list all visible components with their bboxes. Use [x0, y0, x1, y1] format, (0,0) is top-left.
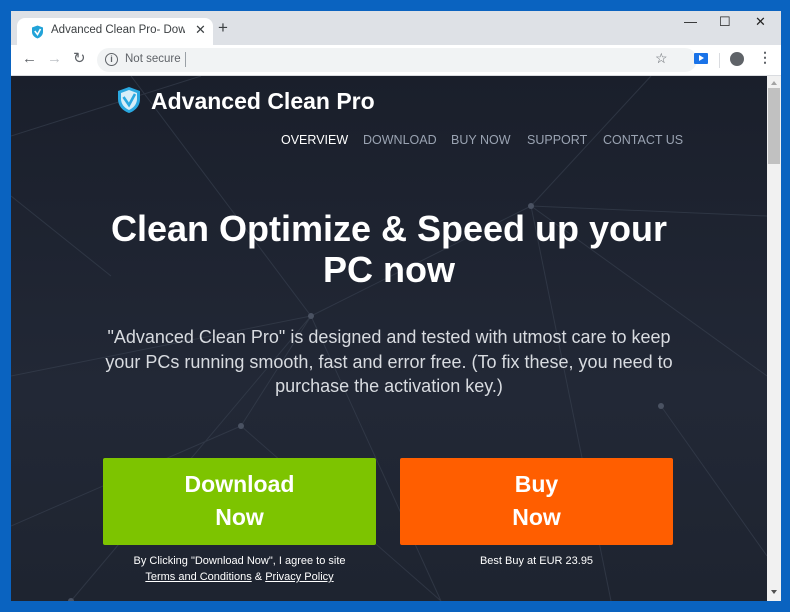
download-agreement-note: By Clicking "Download Now", I agree to s… — [103, 553, 376, 585]
hero-description: "Advanced Clean Pro" is designed and tes… — [105, 327, 673, 396]
maximize-button[interactable]: ☐ — [719, 14, 731, 30]
forward-button[interactable]: → — [47, 51, 62, 67]
brand-name: Advanced Clean Pro — [151, 88, 375, 114]
browser-toolbar: ← → ↻ i Not secure ☆ ⋮ — [11, 45, 781, 76]
scroll-thumb[interactable] — [768, 88, 780, 164]
download-button-line2: Now — [215, 504, 264, 530]
tab-strip: Advanced Clean Pro- Download ✕ + — ☐ ✕ — [11, 11, 781, 45]
agreement-text: By Clicking "Download Now", I agree to s… — [133, 555, 346, 567]
back-button[interactable]: ← — [22, 51, 37, 67]
reload-button[interactable]: ↻ — [73, 51, 86, 67]
shield-logo-icon — [118, 87, 140, 113]
text-cursor — [185, 52, 186, 67]
price-note: Best Buy at EUR 23.95 — [479, 555, 594, 567]
minimize-button[interactable]: — — [684, 14, 697, 29]
terms-link[interactable]: Terms and Conditions — [145, 571, 251, 583]
nav-contact-us[interactable]: CONTACT US — [603, 133, 683, 147]
browser-tab[interactable]: Advanced Clean Pro- Download ✕ — [17, 18, 213, 45]
scroll-down-arrow-icon[interactable] — [771, 590, 777, 594]
nav-download[interactable]: DOWNLOAD — [363, 133, 437, 147]
shield-favicon-icon — [32, 25, 43, 39]
nav-support[interactable]: SUPPORT — [527, 133, 587, 147]
toolbar-divider — [719, 53, 720, 68]
agreement-links: Terms and Conditions & Privacy Policy — [103, 569, 376, 585]
browser-window: Advanced Clean Pro- Download ✕ + — ☐ ✕ ←… — [11, 11, 781, 601]
buy-now-button[interactable]: Buy Now — [400, 458, 673, 545]
nav-buy-now[interactable]: BUY NOW — [451, 133, 511, 147]
privacy-policy-link[interactable]: Privacy Policy — [265, 571, 333, 583]
download-now-button[interactable]: Download Now — [103, 458, 376, 545]
tab-close-icon[interactable]: ✕ — [195, 22, 206, 38]
buy-button-line1: Buy — [514, 471, 559, 497]
hero-headline: Clean Optimize & Speed up your PC now — [110, 208, 668, 290]
buy-button-line2: Now — [512, 504, 561, 530]
menu-icon[interactable]: ⋮ — [758, 50, 772, 64]
vertical-scrollbar[interactable] — [767, 76, 781, 601]
info-icon[interactable]: i — [105, 53, 118, 66]
new-tab-button[interactable]: + — [218, 19, 228, 36]
extension-icon[interactable] — [694, 53, 708, 64]
download-button-line1: Download — [184, 471, 295, 497]
account-icon[interactable] — [730, 52, 744, 66]
security-label[interactable]: Not secure — [125, 53, 181, 65]
scroll-up-arrow-icon[interactable] — [771, 81, 777, 85]
nav-overview[interactable]: OVERVIEW — [281, 133, 348, 147]
bookmark-star-icon[interactable]: ☆ — [655, 50, 668, 67]
tab-title: Advanced Clean Pro- Download — [51, 24, 185, 36]
web-page: Advanced Clean Pro OVERVIEW DOWNLOAD BUY… — [11, 76, 767, 601]
ampersand: & — [254, 571, 263, 583]
close-window-button[interactable]: ✕ — [755, 14, 766, 30]
address-bar[interactable]: i Not secure ☆ — [97, 48, 697, 72]
